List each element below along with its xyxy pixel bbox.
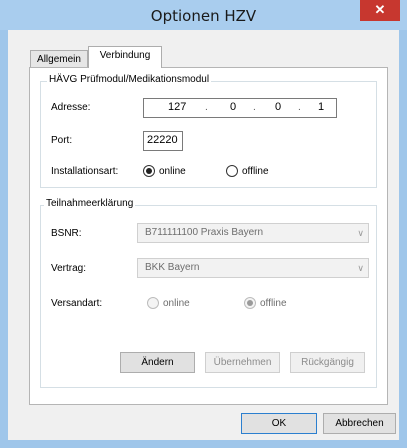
shipping-offline-radio[interactable] bbox=[244, 297, 256, 309]
install-offline-radio[interactable] bbox=[226, 165, 238, 177]
contract-label: Vertrag: bbox=[51, 263, 87, 274]
module-group-title: HÄVG Prüfmodul/Medikationsmodul bbox=[47, 74, 212, 85]
bsnr-value: B711111100 Praxis Bayern bbox=[145, 227, 264, 238]
change-button[interactable]: Ändern bbox=[120, 352, 195, 373]
tab-panel-verbindung: HÄVG Prüfmodul/Medikationsmodul Adresse:… bbox=[29, 67, 388, 405]
contract-value: BKK Bayern bbox=[145, 262, 200, 273]
install-type-label: Installationsart: bbox=[51, 166, 119, 177]
chevron-down-icon: ∨ bbox=[357, 263, 364, 273]
tab-allgemein[interactable]: Allgemein bbox=[30, 50, 88, 67]
close-icon: ✕ bbox=[374, 2, 386, 17]
install-online-label[interactable]: online bbox=[159, 166, 186, 177]
participant-group-title: Teilnahmeerklärung bbox=[44, 198, 136, 209]
bsnr-label: BSNR: bbox=[51, 228, 82, 239]
tab-verbindung[interactable]: Verbindung bbox=[88, 46, 162, 68]
address-octet-2: 0 bbox=[230, 101, 237, 113]
port-label: Port: bbox=[51, 135, 73, 146]
tab-label: Verbindung bbox=[99, 50, 151, 61]
address-octet-3: 0 bbox=[275, 101, 282, 113]
address-input[interactable]: 127 . 0 . 0 . 1 bbox=[143, 98, 337, 118]
contract-select[interactable]: BKK Bayern ∨ bbox=[137, 258, 369, 278]
ok-button[interactable]: OK bbox=[241, 413, 317, 434]
shipping-online-label[interactable]: online bbox=[163, 298, 190, 309]
window-title: Optionen HZV bbox=[150, 7, 257, 25]
address-octet-4: 1 bbox=[318, 101, 325, 113]
undo-button[interactable]: Rückgängig bbox=[290, 352, 365, 373]
apply-button[interactable]: Übernehmen bbox=[205, 352, 280, 373]
install-online-radio[interactable] bbox=[143, 165, 155, 177]
chevron-down-icon: ∨ bbox=[357, 228, 364, 238]
bsnr-select[interactable]: B711111100 Praxis Bayern ∨ bbox=[137, 223, 369, 243]
cancel-button[interactable]: Abbrechen bbox=[323, 413, 396, 434]
address-separator: . bbox=[205, 102, 208, 113]
close-button[interactable]: ✕ bbox=[360, 0, 400, 21]
address-separator: . bbox=[298, 102, 301, 113]
shipping-offline-label[interactable]: offline bbox=[260, 298, 287, 309]
address-label: Adresse: bbox=[51, 102, 91, 113]
port-input[interactable]: 22220 bbox=[143, 131, 183, 151]
install-offline-label[interactable]: offline bbox=[242, 166, 269, 177]
dialog-client-area: Allgemein Verbindung HÄVG Prüfmodul/Medi… bbox=[8, 30, 399, 440]
shipping-online-radio[interactable] bbox=[147, 297, 159, 309]
tab-label: Allgemein bbox=[37, 54, 81, 65]
shipping-label: Versandart: bbox=[51, 298, 103, 309]
address-octet-1: 127 bbox=[168, 101, 187, 113]
title-bar[interactable]: Optionen HZV ✕ bbox=[0, 0, 407, 30]
dialog-window: Optionen HZV ✕ Allgemein Verbindung HÄVG… bbox=[0, 0, 407, 448]
address-separator: . bbox=[253, 102, 256, 113]
